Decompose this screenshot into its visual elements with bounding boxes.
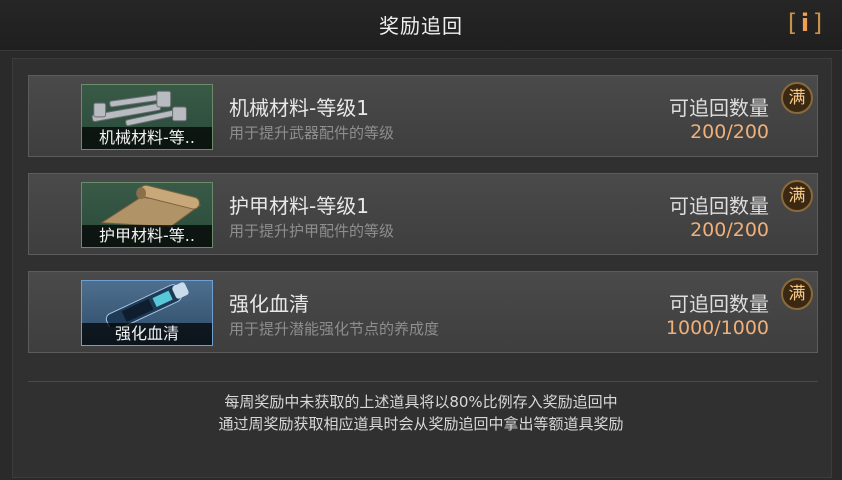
bolts-icon [91, 90, 187, 127]
item-thumbnail: 护甲材料-等.. [81, 182, 213, 248]
item-description: 用于提升潜能强化节点的养成度 [229, 320, 440, 338]
info-bracket-left: [ [784, 9, 799, 37]
quantity-value: 200/200 [690, 121, 769, 143]
item-thumbnail: 强化血清 [81, 280, 213, 346]
quantity-label: 可追回数量 [669, 194, 769, 218]
page-title: 奖励追回 [379, 14, 463, 38]
item-name: 护甲材料-等级1 [229, 194, 369, 218]
top-bar: 奖励追回 [ i ] [0, 0, 842, 51]
item-description: 用于提升武器配件的等级 [229, 124, 395, 142]
quantity-label: 可追回数量 [669, 96, 769, 120]
footer-note-line-1: 每周奖励中未获取的上述道具将以80%比例存入奖励追回中 [224, 393, 618, 411]
quantity-value: 1000/1000 [665, 317, 769, 339]
list-item[interactable]: 护甲材料-等.. 护甲材料-等级1 用于提升护甲配件的等级 可追回数量 200/… [28, 173, 818, 255]
thumbnail-caption: 强化血清 [82, 323, 212, 345]
quantity-label: 可追回数量 [669, 292, 769, 316]
quantity-value: 200/200 [690, 219, 769, 241]
full-badge: 满 [781, 82, 813, 114]
info-bracket-right: ] [811, 9, 826, 37]
serum-icon [105, 282, 189, 327]
item-thumbnail: 机械材料-等.. [81, 84, 213, 150]
scroll-icon [100, 184, 202, 228]
item-description: 用于提升护甲配件的等级 [229, 222, 395, 240]
item-name: 强化血清 [229, 292, 309, 316]
full-badge: 满 [781, 278, 813, 310]
thumbnail-caption: 护甲材料-等.. [82, 225, 212, 247]
info-button[interactable]: [ i ] [784, 8, 826, 38]
thumbnail-caption: 机械材料-等.. [82, 127, 212, 149]
info-icon: i [800, 9, 810, 37]
full-badge: 满 [781, 180, 813, 212]
divider [28, 381, 818, 382]
list-item[interactable]: 强化血清 强化血清 用于提升潜能强化节点的养成度 可追回数量 1000/1000… [28, 271, 818, 353]
list-item[interactable]: 机械材料-等.. 机械材料-等级1 用于提升武器配件的等级 可追回数量 200/… [28, 75, 818, 157]
footer-note-line-2: 通过周奖励获取相应道具时会从奖励追回中拿出等额道具奖励 [218, 415, 624, 433]
item-name: 机械材料-等级1 [229, 96, 369, 120]
